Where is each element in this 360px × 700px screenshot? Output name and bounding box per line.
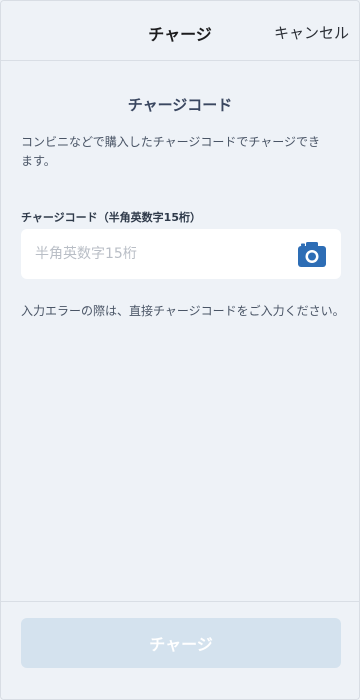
charge-code-field-label: チャージコード（半角英数字15桁） xyxy=(21,211,201,224)
charge-code-input[interactable] xyxy=(35,229,285,279)
camera-scan-button[interactable] xyxy=(297,240,327,268)
charge-code-screen: チャージ キャンセル チャージコード コンビニなどで購入したチャージコードでチャ… xyxy=(0,0,360,700)
camera-icon xyxy=(298,242,326,267)
section-title: チャージコード xyxy=(127,96,233,114)
navigation-bar: チャージ キャンセル xyxy=(1,1,359,61)
description-text: コンビニなどで購入したチャージコードでチャージできます。 xyxy=(21,135,321,168)
footer-bar: チャージ xyxy=(1,601,359,699)
charge-button[interactable]: チャージ xyxy=(21,618,341,668)
cancel-button[interactable]: キャンセル xyxy=(274,22,349,43)
charge-code-field xyxy=(21,229,341,279)
input-error-note: 入力エラーの際は、直接チャージコードをご入力ください。 xyxy=(21,304,345,318)
